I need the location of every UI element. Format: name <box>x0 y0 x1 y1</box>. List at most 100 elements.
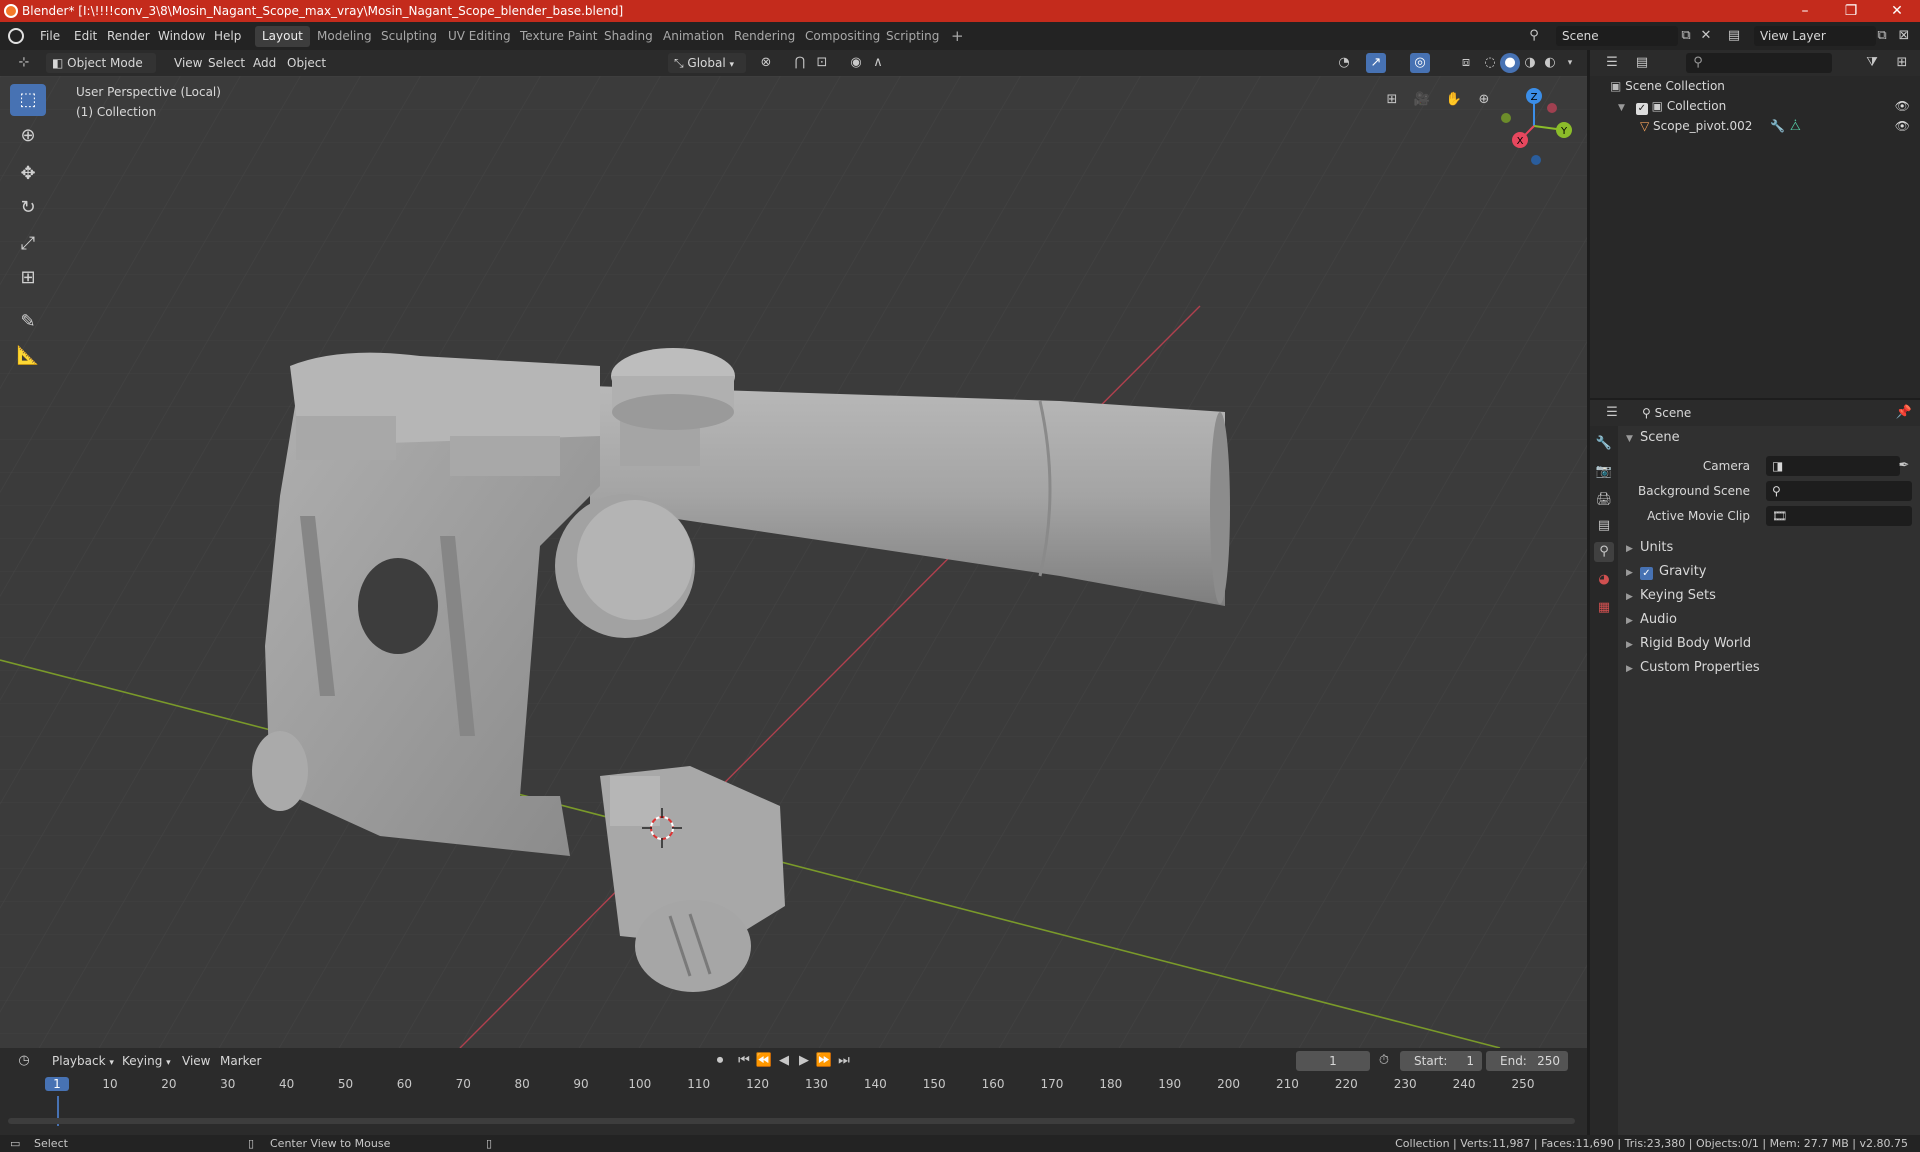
add-workspace-button[interactable]: + <box>944 26 971 47</box>
timeline-editor-type-icon[interactable]: ◷ <box>14 1051 34 1071</box>
tab-texture-paint[interactable]: Texture Paint <box>513 26 604 47</box>
background-scene-field[interactable]: ⚲ <box>1766 481 1912 501</box>
new-collection-icon[interactable]: ⊞ <box>1892 53 1912 73</box>
mesh-data-icon[interactable]: ⧊ <box>1790 116 1801 136</box>
scale-tool[interactable]: ⤢ <box>10 228 46 260</box>
menu-help[interactable]: Help <box>208 22 247 50</box>
menu-marker[interactable]: Marker <box>214 1051 267 1071</box>
play-reverse-icon[interactable]: ◀ <box>774 1051 794 1071</box>
custom-properties-panel-header[interactable]: ▶ Custom Properties <box>1626 656 1916 680</box>
texture-tab-icon[interactable]: ▦ <box>1594 598 1614 618</box>
blender-menu-icon[interactable] <box>8 28 24 44</box>
jump-start-icon[interactable]: ⏮ <box>734 1051 754 1071</box>
grid-view-icon[interactable]: ⊞ <box>1382 90 1402 110</box>
gravity-panel-header[interactable]: ▶ ✓ Gravity <box>1626 560 1916 584</box>
tab-compositing[interactable]: Compositing <box>798 26 887 47</box>
rigid-body-world-panel-header[interactable]: ▶ Rigid Body World <box>1626 632 1916 656</box>
cursor-tool[interactable]: ⊕ <box>10 120 46 152</box>
tab-animation[interactable]: Animation <box>656 26 731 47</box>
expand-triangle-icon[interactable]: ▼ <box>1618 98 1632 118</box>
menu-playback[interactable]: Playback ▾ <box>46 1051 120 1071</box>
menu-render[interactable]: Render <box>101 22 156 50</box>
delete-view-layer-icon[interactable]: ⊠ <box>1894 26 1914 46</box>
pin-icon[interactable]: 📌 <box>1894 403 1914 423</box>
solid-shading-icon[interactable]: ● <box>1500 53 1520 73</box>
menu-window[interactable]: Window <box>152 22 211 50</box>
transform-orientation-dropdown[interactable]: ⤡ Global ▾ <box>668 53 746 73</box>
gravity-checkbox[interactable]: ✓ <box>1640 567 1653 580</box>
tab-layout[interactable]: Layout <box>255 26 310 47</box>
move-tool[interactable]: ✥ <box>10 158 46 190</box>
tab-modeling[interactable]: Modeling <box>310 26 379 47</box>
visibility-eye-icon[interactable]: 👁 <box>1895 96 1910 116</box>
output-tab-icon[interactable]: 🖨 <box>1594 490 1614 510</box>
wireframe-shading-icon[interactable]: ◌ <box>1480 53 1500 73</box>
audio-panel-header[interactable]: ▶ Audio <box>1626 608 1916 632</box>
rendered-shading-icon[interactable]: ◐ <box>1540 53 1560 73</box>
scene-tab-icon[interactable]: ⚲ <box>1594 542 1614 562</box>
menu-edit[interactable]: Edit <box>68 22 103 50</box>
zoom-icon[interactable]: ⊕ <box>1474 90 1494 110</box>
outliner-object-row[interactable]: ▽ Scope_pivot.002 🔧 ⧊ 👁 <box>1640 116 1918 136</box>
timeline-scrollbar[interactable] <box>8 1118 1575 1124</box>
select-box-tool[interactable]: ⬚ <box>10 84 46 116</box>
transform-tool[interactable]: ⊞ <box>10 262 46 294</box>
end-frame-field[interactable]: End: 250 <box>1486 1051 1568 1071</box>
object-mode-dropdown[interactable]: ◧ Object Mode ▾ <box>46 53 156 90</box>
snap-icon[interactable]: ⋂ <box>790 53 810 73</box>
view-layer-field[interactable]: View Layer <box>1754 26 1876 46</box>
menu-timeline-view[interactable]: View <box>176 1051 216 1071</box>
outliner-editor-type-icon[interactable]: ☰ <box>1602 53 1622 73</box>
active-movie-clip-field[interactable]: 🎞 <box>1766 506 1912 526</box>
stopwatch-icon[interactable]: ⏱ <box>1374 1051 1394 1071</box>
display-mode-icon[interactable]: ▤ <box>1632 53 1652 73</box>
outliner-collection-row[interactable]: ▼ ✓ ▣ Collection 👁 <box>1618 96 1918 116</box>
jump-keyframe-forward-icon[interactable]: ⏩ <box>814 1051 834 1071</box>
modifier-wrench-icon[interactable]: 🔧 <box>1770 116 1785 136</box>
visibility-filter-icon[interactable]: ◔ <box>1334 53 1354 73</box>
camera-view-icon[interactable]: 🎥 <box>1412 90 1432 110</box>
tab-scripting[interactable]: Scripting <box>879 26 946 47</box>
checkbox-icon[interactable]: ✓ <box>1635 103 1648 115</box>
tab-uv-editing[interactable]: UV Editing <box>441 26 518 47</box>
jump-keyframe-back-icon[interactable]: ⏪ <box>754 1051 774 1071</box>
editor-type-icon[interactable]: ⊹ <box>14 53 34 73</box>
world-tab-icon[interactable]: ◕ <box>1594 570 1614 590</box>
navigation-gizmo[interactable]: Z Y X <box>1496 84 1580 168</box>
filter-icon[interactable]: ⧩ <box>1862 53 1882 73</box>
annotate-tool[interactable]: ✎ <box>10 306 46 338</box>
properties-editor-type-icon[interactable]: ☰ <box>1602 403 1622 423</box>
menu-file[interactable]: File <box>34 22 66 50</box>
new-scene-icon[interactable]: ⧉ <box>1676 26 1696 46</box>
scene-name-field[interactable]: Scene <box>1556 26 1678 46</box>
tool-tab-icon[interactable]: 🔧 <box>1594 434 1614 454</box>
shading-options-icon[interactable]: ▾ <box>1560 53 1580 73</box>
outliner-scene-collection[interactable]: ▣ Scene Collection <box>1610 76 1725 96</box>
menu-keying[interactable]: Keying ▾ <box>116 1051 177 1071</box>
record-icon[interactable]: ⏺ <box>710 1051 730 1071</box>
timeline-track[interactable]: 1 10 20 30 40 50 60 70 80 90 100 110 120 130 140 150 160… <box>0 1074 1587 1135</box>
pivot-point-icon[interactable]: ⊗ <box>756 53 776 73</box>
start-frame-field[interactable]: Start: 1 <box>1400 1051 1482 1071</box>
new-view-layer-icon[interactable]: ⧉ <box>1872 26 1892 46</box>
pan-hand-icon[interactable]: ✋ <box>1444 90 1464 110</box>
jump-end-icon[interactable]: ⏭ <box>834 1051 854 1071</box>
units-panel-header[interactable]: ▶ Units <box>1626 536 1916 560</box>
scene-section-header[interactable]: ▼ Scene <box>1626 426 1916 450</box>
menu-object[interactable]: Object <box>281 53 332 73</box>
rotate-tool[interactable]: ↻ <box>10 192 46 224</box>
menu-add[interactable]: Add <box>247 53 282 73</box>
overlay-toggle-icon[interactable]: ◎ <box>1410 53 1430 73</box>
scene-icon[interactable]: ⚲ <box>1524 26 1544 46</box>
gizmo-toggle-icon[interactable]: ↗ <box>1366 53 1386 73</box>
tab-shading[interactable]: Shading <box>597 26 660 47</box>
camera-field[interactable]: ◨ <box>1766 456 1900 476</box>
delete-scene-icon[interactable]: ✕ <box>1696 26 1716 46</box>
eyedropper-icon[interactable]: ✒ <box>1894 456 1914 476</box>
material-shading-icon[interactable]: ◑ <box>1520 53 1540 73</box>
play-icon[interactable]: ▶ <box>794 1051 814 1071</box>
snap-target-icon[interactable]: ⊡ <box>812 53 832 73</box>
3d-viewport[interactable]: ⬚ ⊕ ✥ ↻ ⤢ ⊞ ✎ 📐 User Perspective (Local)… <box>0 76 1587 1048</box>
tab-rendering[interactable]: Rendering <box>727 26 802 47</box>
xray-toggle-icon[interactable]: ⧈ <box>1456 53 1476 73</box>
